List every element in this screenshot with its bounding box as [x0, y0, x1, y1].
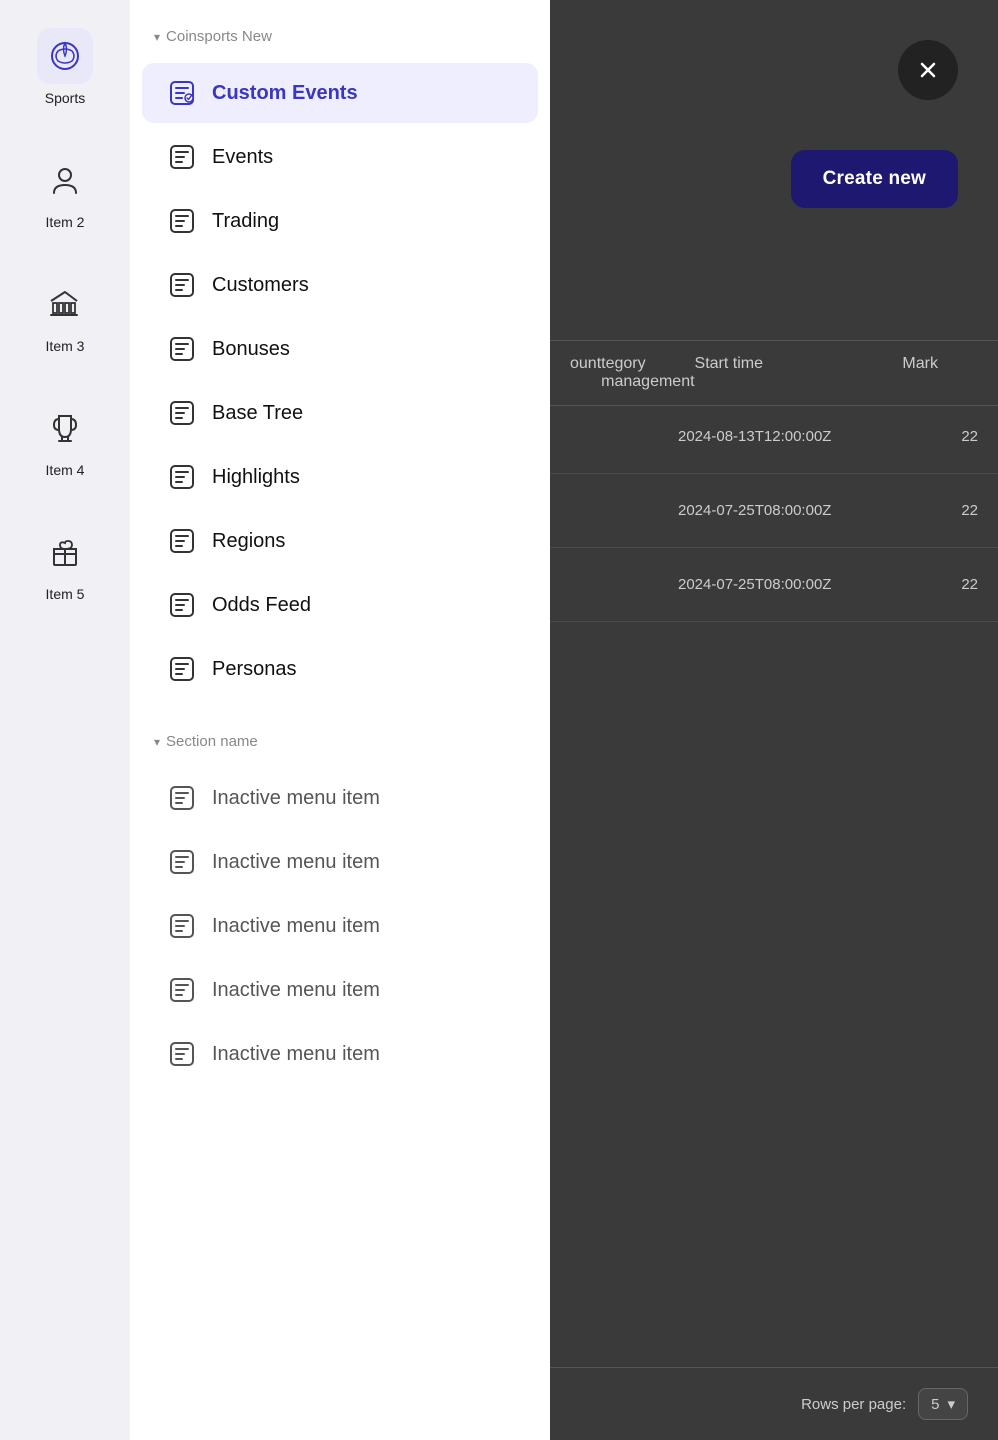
nav-item-personas[interactable]: Personas	[142, 639, 538, 699]
inactive-2-icon	[166, 846, 198, 878]
sidebar-item-sports-label: Sports	[45, 90, 85, 106]
nav-item-base-tree[interactable]: Base Tree	[142, 383, 538, 443]
icon-sidebar: Sports Item 2 Item 3	[0, 0, 130, 1440]
odds-feed-icon	[166, 589, 198, 621]
custom-events-icon	[166, 77, 198, 109]
close-icon	[916, 58, 940, 82]
nav-item-customers[interactable]: Customers	[142, 255, 538, 315]
nav-item-custom-events[interactable]: Custom Events	[142, 63, 538, 123]
row2-mark: 22	[898, 502, 978, 519]
sidebar-item-item5[interactable]: Item 5	[0, 516, 130, 610]
nav-item-odds-feed-label: Odds Feed	[212, 594, 311, 617]
nav-item-highlights[interactable]: Highlights	[142, 447, 538, 507]
sidebar-item-item2[interactable]: Item 2	[0, 144, 130, 238]
nav-section2-header[interactable]: ▾ Section name	[130, 725, 550, 766]
sidebar-item-item4[interactable]: Item 4	[0, 392, 130, 486]
rows-per-page-label: Rows per page:	[801, 1396, 906, 1413]
trophy-icon	[48, 411, 82, 445]
nav-section1-header[interactable]: ▾ Coinsports New	[130, 20, 550, 61]
nav-item-regions[interactable]: Regions	[142, 511, 538, 571]
inactive-1-icon	[166, 782, 198, 814]
events-icon	[166, 141, 198, 173]
item3-icon-wrap	[37, 276, 93, 332]
row2-start-time: 2024-07-25T08:00:00Z	[678, 502, 898, 519]
base-tree-icon	[166, 397, 198, 429]
nav-item-trading-label: Trading	[212, 210, 279, 233]
table-rows: 2024-08-13T12:00:00Z 22 2024-07-25T08:00…	[550, 400, 998, 622]
nav-item-events-label: Events	[212, 146, 273, 169]
chevron-down-icon: ▾	[154, 30, 160, 44]
gift-icon	[48, 535, 82, 569]
nav-section2-title: Section name	[166, 733, 258, 750]
nav-item-bonuses[interactable]: Bonuses	[142, 319, 538, 379]
sidebar-item-item2-label: Item 2	[46, 214, 85, 230]
col-header-count: ount	[570, 355, 601, 391]
bonuses-icon	[166, 333, 198, 365]
sidebar-item-item5-label: Item 5	[46, 586, 85, 602]
sports-icon	[48, 39, 82, 73]
create-new-button[interactable]: Create new	[791, 150, 958, 208]
nav-item-custom-events-label: Custom Events	[212, 82, 358, 105]
nav-item-inactive-1[interactable]: Inactive menu item	[142, 768, 538, 828]
nav-item-events[interactable]: Events	[142, 127, 538, 187]
col-header-mark: Mark	[902, 355, 978, 391]
customers-icon	[166, 269, 198, 301]
nav-item-inactive-1-label: Inactive menu item	[212, 787, 380, 810]
nav-item-inactive-3[interactable]: Inactive menu item	[142, 896, 538, 956]
table-row[interactable]: 2024-07-25T08:00:00Z 22	[550, 474, 998, 548]
nav-item-odds-feed[interactable]: Odds Feed	[142, 575, 538, 635]
nav-item-base-tree-label: Base Tree	[212, 402, 303, 425]
inactive-3-icon	[166, 910, 198, 942]
nav-item-highlights-label: Highlights	[212, 466, 300, 489]
nav-item-inactive-2-label: Inactive menu item	[212, 851, 380, 874]
inactive-4-icon	[166, 974, 198, 1006]
sidebar-item-item3[interactable]: Item 3	[0, 268, 130, 362]
item4-icon-wrap	[37, 400, 93, 456]
nav-item-inactive-3-label: Inactive menu item	[212, 915, 380, 938]
rows-per-page-value: 5	[931, 1396, 939, 1413]
row1-start-time: 2024-08-13T12:00:00Z	[678, 428, 898, 445]
nav-menu: ▾ Coinsports New Custom Events Events	[130, 0, 550, 1440]
nav-item-customers-label: Customers	[212, 274, 309, 297]
nav-item-personas-label: Personas	[212, 658, 297, 681]
nav-item-inactive-5[interactable]: Inactive menu item	[142, 1024, 538, 1084]
bank-icon	[48, 287, 82, 321]
nav-item-inactive-2[interactable]: Inactive menu item	[142, 832, 538, 892]
row3-mark: 22	[898, 576, 978, 593]
close-button[interactable]	[898, 40, 958, 100]
table-header: ount tegory management Start time Mark	[550, 340, 998, 406]
nav-item-inactive-4-label: Inactive menu item	[212, 979, 380, 1002]
chevron-down-icon-pagination: ▾	[947, 1395, 955, 1413]
nav-item-bonuses-label: Bonuses	[212, 338, 290, 361]
inactive-5-icon	[166, 1038, 198, 1070]
nav-section1-title: Coinsports New	[166, 28, 272, 45]
table-row[interactable]: 2024-07-25T08:00:00Z 22	[550, 548, 998, 622]
nav-item-regions-label: Regions	[212, 530, 285, 553]
rows-per-page-select[interactable]: 5 ▾	[918, 1388, 968, 1420]
col-header-start-time: Start time	[695, 355, 903, 391]
trading-icon	[166, 205, 198, 237]
sports-icon-wrap	[37, 28, 93, 84]
chevron-down-icon-2: ▾	[154, 735, 160, 749]
highlights-icon	[166, 461, 198, 493]
sidebar-item-item4-label: Item 4	[46, 462, 85, 478]
row3-start-time: 2024-07-25T08:00:00Z	[678, 576, 898, 593]
row1-mark: 22	[898, 428, 978, 445]
nav-item-inactive-4[interactable]: Inactive menu item	[142, 960, 538, 1020]
pagination-bar: Rows per page: 5 ▾	[550, 1367, 998, 1440]
nav-item-trading[interactable]: Trading	[142, 191, 538, 251]
main-content: Create new ount tegory management Start …	[550, 0, 998, 1440]
col-header-category: tegory management	[601, 355, 694, 391]
regions-icon	[166, 525, 198, 557]
person-icon	[48, 163, 82, 197]
table-row[interactable]: 2024-08-13T12:00:00Z 22	[550, 400, 998, 474]
item5-icon-wrap	[37, 524, 93, 580]
nav-item-inactive-5-label: Inactive menu item	[212, 1043, 380, 1066]
personas-icon	[166, 653, 198, 685]
sidebar-item-item3-label: Item 3	[46, 338, 85, 354]
sidebar-item-sports[interactable]: Sports	[0, 20, 130, 114]
item2-icon-wrap	[37, 152, 93, 208]
